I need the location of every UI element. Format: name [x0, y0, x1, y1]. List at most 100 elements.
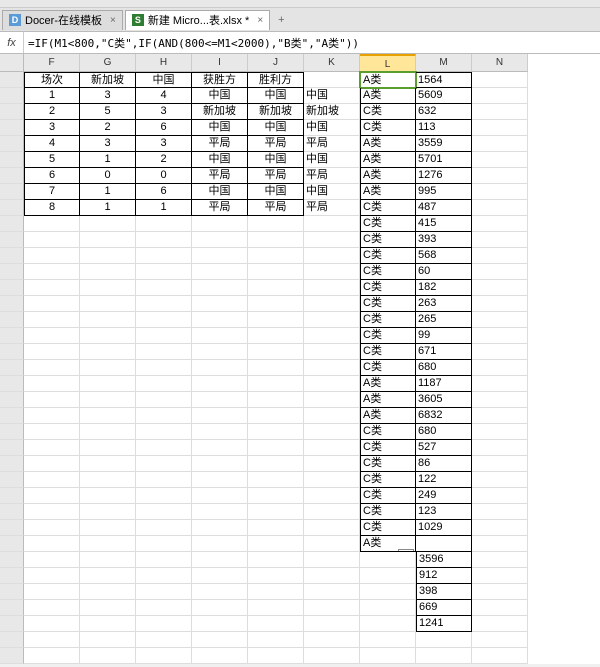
cell[interactable]: A类	[360, 152, 416, 168]
column-header-F[interactable]: F	[24, 54, 80, 72]
row-header[interactable]	[0, 312, 24, 328]
cell[interactable]: 3	[136, 104, 192, 120]
row-header[interactable]	[0, 440, 24, 456]
cell[interactable]	[304, 536, 360, 552]
cell[interactable]	[24, 248, 80, 264]
cell[interactable]	[80, 344, 136, 360]
cell[interactable]	[304, 488, 360, 504]
cell[interactable]	[472, 408, 528, 424]
cell[interactable]: C类	[360, 120, 416, 136]
row-header[interactable]	[0, 360, 24, 376]
cell[interactable]	[136, 280, 192, 296]
cell[interactable]	[304, 392, 360, 408]
cell[interactable]	[248, 488, 304, 504]
cell[interactable]	[360, 616, 416, 632]
cell[interactable]: 5	[24, 152, 80, 168]
cell[interactable]	[192, 536, 248, 552]
cell[interactable]	[24, 376, 80, 392]
cell[interactable]	[360, 584, 416, 600]
cell[interactable]	[24, 296, 80, 312]
row-header[interactable]	[0, 408, 24, 424]
cell[interactable]: C类	[360, 360, 416, 376]
cell[interactable]: 7	[24, 184, 80, 200]
cell[interactable]: 平局	[304, 168, 360, 184]
cell[interactable]	[248, 536, 304, 552]
cell[interactable]	[472, 280, 528, 296]
cell[interactable]	[360, 632, 416, 648]
cell[interactable]: 中国	[192, 120, 248, 136]
cell[interactable]: 1	[80, 152, 136, 168]
cell[interactable]: 中国	[192, 152, 248, 168]
cell[interactable]	[472, 568, 528, 584]
cell[interactable]	[472, 120, 528, 136]
cell[interactable]	[80, 440, 136, 456]
row-header[interactable]	[0, 184, 24, 200]
cell[interactable]	[360, 648, 416, 664]
cell[interactable]	[304, 216, 360, 232]
cell[interactable]	[136, 632, 192, 648]
cell[interactable]	[472, 312, 528, 328]
cell[interactable]	[136, 584, 192, 600]
cell[interactable]	[248, 280, 304, 296]
cell[interactable]: 99	[416, 328, 472, 344]
cell[interactable]	[192, 312, 248, 328]
cell[interactable]: 5701	[416, 152, 472, 168]
cell[interactable]	[248, 360, 304, 376]
cell[interactable]	[136, 312, 192, 328]
cell[interactable]: 995	[416, 184, 472, 200]
row-header[interactable]	[0, 584, 24, 600]
cell[interactable]	[248, 600, 304, 616]
cell[interactable]	[136, 536, 192, 552]
cell[interactable]: 1	[80, 200, 136, 216]
row-header[interactable]	[0, 616, 24, 632]
cell[interactable]	[24, 568, 80, 584]
cell[interactable]: A类	[360, 408, 416, 424]
cell[interactable]	[192, 584, 248, 600]
cell[interactable]	[248, 392, 304, 408]
cell[interactable]: 中国	[304, 88, 360, 104]
cell[interactable]	[472, 232, 528, 248]
cell[interactable]	[80, 312, 136, 328]
cell[interactable]: 3596	[416, 552, 472, 568]
row-header[interactable]	[0, 136, 24, 152]
close-icon[interactable]: ×	[110, 15, 116, 26]
cell[interactable]: 场次	[24, 72, 80, 88]
row-header[interactable]	[0, 216, 24, 232]
cell[interactable]	[304, 360, 360, 376]
cell[interactable]: C类	[360, 424, 416, 440]
cell[interactable]	[136, 600, 192, 616]
cell[interactable]: 中国	[248, 152, 304, 168]
cell[interactable]: 3605	[416, 392, 472, 408]
cell[interactable]	[472, 200, 528, 216]
cell[interactable]	[248, 648, 304, 664]
cell[interactable]: 平局	[304, 136, 360, 152]
cell[interactable]	[472, 216, 528, 232]
cell[interactable]	[472, 248, 528, 264]
cell[interactable]: 1029	[416, 520, 472, 536]
cell[interactable]	[472, 440, 528, 456]
cell[interactable]	[304, 456, 360, 472]
cell[interactable]: 680	[416, 360, 472, 376]
cell[interactable]	[136, 328, 192, 344]
cell[interactable]: C类	[360, 264, 416, 280]
row-header[interactable]	[0, 392, 24, 408]
fx-label[interactable]: fx	[0, 32, 24, 53]
cell[interactable]	[192, 440, 248, 456]
row-header[interactable]	[0, 648, 24, 664]
cell[interactable]	[24, 360, 80, 376]
cell[interactable]	[136, 440, 192, 456]
cell[interactable]	[248, 248, 304, 264]
cell[interactable]: 86	[416, 456, 472, 472]
close-icon[interactable]: ×	[257, 15, 263, 26]
spreadsheet-grid[interactable]: FGHIJKLMN 场次新加坡中国获胜方胜利方A类1564134中国中国中国A类…	[0, 54, 600, 664]
cell[interactable]	[80, 376, 136, 392]
cell[interactable]	[304, 312, 360, 328]
cell[interactable]	[472, 344, 528, 360]
cell[interactable]: C类	[360, 312, 416, 328]
cell[interactable]	[304, 264, 360, 280]
cell[interactable]: 1	[24, 88, 80, 104]
cell[interactable]: 487	[416, 200, 472, 216]
cell[interactable]	[472, 616, 528, 632]
cell[interactable]	[360, 568, 416, 584]
cell[interactable]: 122	[416, 472, 472, 488]
